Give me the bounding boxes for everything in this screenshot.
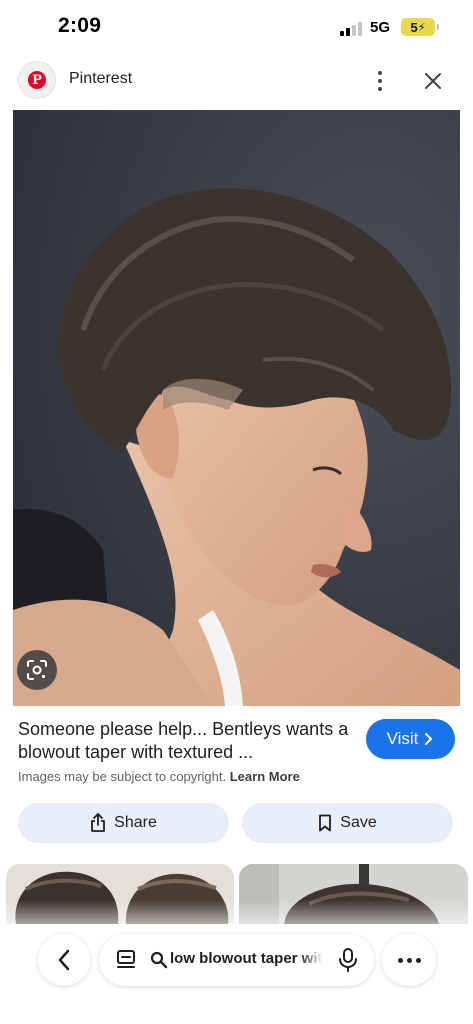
back-button[interactable] (38, 934, 90, 986)
search-query[interactable]: low blowout taper with textured (170, 950, 323, 967)
status-bar: 2:09 5G 5 ⚡ (0, 0, 473, 56)
result-title[interactable]: Someone please help... Bentleys wants a … (18, 718, 353, 764)
status-time: 2:09 (58, 14, 102, 37)
result-header: P Pinterest (0, 58, 473, 104)
share-button[interactable]: Share (18, 803, 229, 843)
lens-icon (27, 660, 47, 680)
search-icon (150, 951, 168, 969)
battery-level: 5 (410, 19, 418, 35)
signal-icon (340, 22, 366, 36)
search-bar[interactable]: low blowout taper with textured (99, 934, 374, 986)
battery-icon: 5 ⚡ (401, 18, 439, 36)
learn-more-link[interactable]: Learn More (230, 769, 300, 784)
close-icon (425, 73, 441, 89)
pinterest-logo: P (18, 61, 56, 99)
network-label: 5G (370, 19, 391, 36)
source-name[interactable]: Pinterest (69, 70, 132, 88)
haircut-photo (13, 110, 460, 706)
mic-icon[interactable] (336, 947, 360, 973)
result-image[interactable] (13, 110, 460, 706)
visit-label: Visit (386, 729, 419, 748)
save-label: Save (340, 814, 377, 831)
share-icon (91, 813, 106, 832)
copyright-text: Images may be subject to copyright. (18, 769, 227, 784)
close-button[interactable] (418, 64, 448, 98)
more-dots-icon (397, 957, 403, 963)
lens-button[interactable] (17, 650, 57, 690)
share-label: Share (114, 814, 157, 831)
pinterest-logo-letter: P (28, 71, 46, 89)
copyright-notice: Images may be subject to copyright. Lear… (18, 769, 300, 784)
more-options-button[interactable] (365, 64, 395, 98)
bottom-toolbar: low blowout taper with textured (0, 925, 473, 995)
visit-button[interactable]: Visit (366, 719, 455, 759)
chevron-left-icon (58, 949, 70, 971)
chevron-right-icon (425, 733, 433, 745)
save-button[interactable]: Save (242, 803, 453, 843)
more-dots-button[interactable] (382, 934, 436, 986)
bookmark-icon (319, 814, 332, 832)
tabs-icon[interactable] (115, 948, 137, 972)
